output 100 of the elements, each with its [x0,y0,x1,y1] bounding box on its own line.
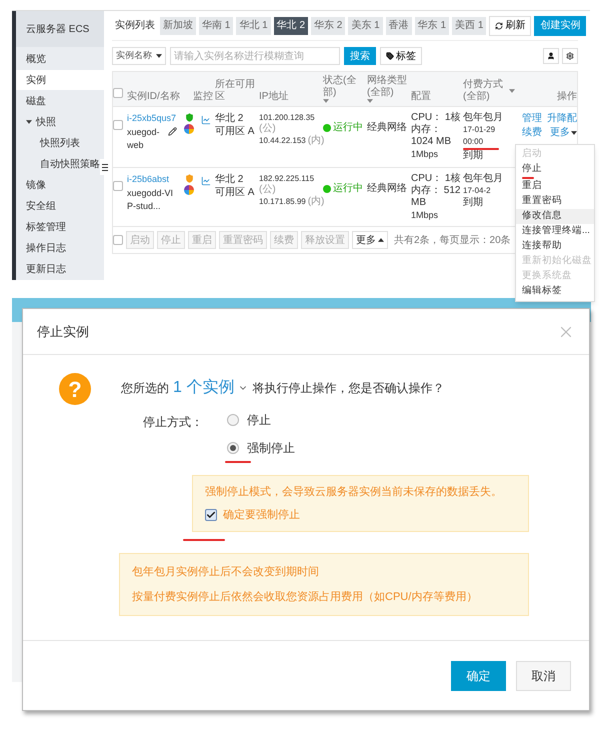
menu-item[interactable]: 连接管理终端... [516,224,594,239]
question-text-prefix: 您所选的 [121,380,169,397]
status-text: 运行中 [333,182,363,196]
tag-button[interactable]: 标签 [380,47,422,65]
column-header[interactable]: 付费方式(全部) [463,79,507,103]
region-tab[interactable]: 华北 1 [236,16,271,34]
sidebar-title: 云服务器 ECS [16,11,104,47]
filter-caret-icon[interactable] [323,99,329,103]
region-tab[interactable]: 华南 1 [199,16,234,34]
sidebar-item[interactable]: 操作日志 [16,238,104,258]
instance-id-link[interactable]: i-25b6abst [127,173,177,186]
menu-item[interactable]: 重启 [516,179,594,194]
info-text: 包年包月实例停止后不会改变到期时间 [132,564,320,580]
sidebar-item[interactable]: 快照 [16,112,104,132]
check-icon [206,510,216,520]
chart-icon[interactable] [201,176,211,186]
zone-cell-text: 华北 2 可用区 A [215,173,256,199]
settings-icon[interactable] [562,48,578,64]
checkbox[interactable] [113,181,123,191]
status-text: 运行中 [333,120,363,135]
more-caret-icon [571,131,577,135]
caret-icon [378,238,384,242]
action-link[interactable]: 续费 [522,126,542,140]
column-header: 实例ID/名称 [127,91,180,103]
info-text: 按量付费实例停止后依然会收取您资源占用费用（如CPU/内存等费用） [132,590,478,604]
region-tab[interactable]: 华北 2 [274,16,308,34]
sidebar-item[interactable]: 实例 [16,70,104,90]
filter-select[interactable]: 实例名称 [112,47,166,65]
filter-caret-icon[interactable] [509,89,515,93]
confirm-button[interactable]: 确定 [451,660,506,690]
region-tab[interactable]: 美东 1 [348,16,383,34]
expiry-note: 到期 [463,197,484,209]
question-icon: ? [59,373,91,405]
column-header[interactable]: 网络类型(全部) [367,75,411,99]
edit-icon[interactable] [168,126,177,136]
private-ip: 10.44.22.153 [259,135,306,146]
cancel-button[interactable]: 取消 [516,660,571,690]
action-link[interactable]: 管理 [522,112,542,126]
instance-name: xuegod-web [127,126,161,152]
column-header: 监控 [193,91,213,103]
question-text: 将执行停止操作，您是否确认操作？ [252,380,444,397]
expiry-note: 到期 [463,150,484,162]
bulk-action-button[interactable]: 更多 [352,231,388,249]
sidebar-item[interactable]: 安全组 [16,196,104,216]
bandwidth-text: 1Mbps [411,148,440,160]
field-label: 停止方式： [143,414,204,431]
chart-icon[interactable] [201,115,211,125]
menu-item[interactable]: 编辑标签 [516,284,594,299]
refresh-icon [495,22,504,30]
column-header[interactable]: 状态(全部) [323,75,367,99]
warning-text: 强制停止模式，会导致云服务器实例当前未保存的数据丢失。 [205,484,503,500]
action-link[interactable]: 更多 [547,126,577,140]
sidebar-item[interactable]: 更新日志 [16,259,104,279]
billing-text: 包年包月 [463,173,504,185]
expiry-text: 17-01-29 00:00 [463,124,496,148]
create-button[interactable]: 创建实例 [534,16,586,36]
filter-caret-icon[interactable] [367,99,373,103]
pagination-text: 共有2条，每页显示：20条 [394,234,511,248]
sidebar-item[interactable]: 概览 [16,49,104,69]
menu-item[interactable]: 重置密码 [516,194,594,209]
sidebar-item[interactable]: 自动快照策略 [16,154,104,174]
checkbox[interactable] [113,88,123,98]
expiry-text: 17-04-2 [463,185,491,196]
instance-name: xuegodd-VIP-stud... [127,186,174,213]
memory-text: 内存： 512 MB [411,185,462,209]
sidebar-item[interactable]: 镜像 [16,175,104,195]
menu-item[interactable]: 连接帮助 [516,239,594,254]
menu-item[interactable]: 停止 [516,162,594,177]
region-tab[interactable]: 华东 1 [414,16,450,34]
column-header: 操作 [557,91,577,103]
dialog-title: 停止实例 [37,322,89,341]
public-ip: 182.92.225.115 [259,173,316,184]
region-tab[interactable]: 新加坡 [160,16,196,34]
sidebar-item[interactable]: 标签管理 [16,217,104,237]
region-tab[interactable]: 美西 1 [452,16,486,34]
search-button[interactable]: 搜索 [344,47,376,65]
private-ip: 10.171.85.99 [259,196,306,207]
instance-id-link[interactable]: i-25xb5qus7 [127,112,177,126]
zone-cell-text: 华北 2 可用区 A [215,112,256,138]
expand-caret-icon [26,120,32,124]
column-header: 配置 [411,91,431,103]
search-field[interactable]: 请输入实例名称进行模糊查询 [170,47,340,65]
public-ip-tag: (公) [259,184,276,196]
sidebar-item[interactable]: 磁盘 [16,91,104,111]
sidebar-item[interactable]: 快照列表 [16,133,104,153]
instance-count-link[interactable]: 1 个实例 [173,376,234,400]
dropdown-caret-icon [156,54,162,58]
network-cell-text: 经典网络 [367,120,408,135]
region-tab[interactable]: 香港 [386,16,412,34]
radio-option[interactable]: 强制停止 [227,437,295,459]
radio-option[interactable]: 停止 [227,409,295,431]
refresh-button[interactable]: 刷新 [489,16,532,36]
menu-item[interactable]: 修改信息 [516,209,594,224]
action-link[interactable]: 升降配 [547,112,577,126]
checkbox[interactable] [113,235,123,245]
private-ip-tag: (内) [308,196,324,207]
region-tab[interactable]: 华东 2 [311,16,346,34]
user-icon[interactable] [543,48,559,64]
checkbox[interactable] [113,120,123,130]
network-cell-text: 经典网络 [367,182,408,196]
